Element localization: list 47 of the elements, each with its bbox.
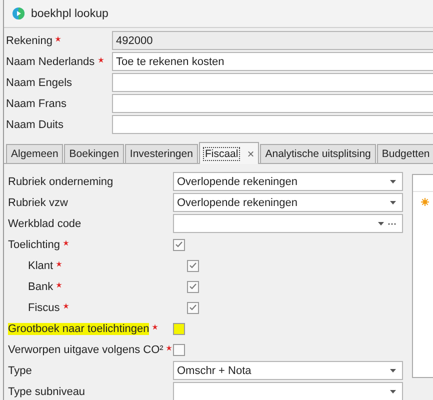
text-field[interactable]: [112, 115, 433, 134]
field-label: Klant: [28, 260, 54, 272]
checkbox[interactable]: [187, 280, 200, 292]
field-label: Naam Frans: [6, 98, 67, 110]
checkbox[interactable]: [173, 238, 185, 250]
text-field[interactable]: [112, 73, 433, 92]
caret-icon: [390, 368, 396, 372]
checkbox[interactable]: [187, 260, 200, 272]
field-label: Naam Duits: [6, 118, 64, 130]
field-label: Verworpen uitgave volgens CO²: [8, 344, 164, 356]
field-label: Bank: [28, 280, 54, 292]
asterisk-icon: [421, 198, 429, 206]
field-label: Rubriek vzw: [8, 196, 68, 208]
caret-icon: [390, 390, 396, 394]
tab[interactable]: Budgetten: [376, 144, 433, 163]
app-logo-icon: [12, 7, 25, 20]
tab[interactable]: Investeringen: [124, 144, 198, 163]
checkbox[interactable]: [173, 344, 185, 356]
field-label: Type subniveau: [8, 386, 86, 398]
close-tab-button[interactable]: ×: [247, 146, 254, 160]
checkbox[interactable]: [173, 322, 185, 334]
field-label: Type: [8, 364, 32, 376]
field-label: Naam Engels: [6, 76, 72, 88]
lookup-field[interactable]: [173, 214, 403, 233]
caret-icon: [378, 222, 384, 226]
field-label: Fiscus: [28, 302, 60, 314]
checkbox[interactable]: [187, 302, 200, 314]
dropdown-field[interactable]: Overlopende rekeningen: [173, 193, 403, 212]
tab[interactable]: Algemeen: [6, 144, 64, 163]
field-label: Werkblad code: [8, 218, 82, 230]
text-field[interactable]: Toe te rekenen kosten: [112, 52, 433, 71]
caret-icon: [390, 180, 396, 184]
tab[interactable]: Fiscaal ×: [198, 142, 260, 164]
text-field[interactable]: [112, 94, 433, 113]
tab[interactable]: Boekingen: [64, 144, 124, 163]
dropdown-field[interactable]: Omschr + Nota: [173, 361, 403, 380]
field-label: Rekening: [6, 34, 52, 46]
window-title: boekhpl lookup: [31, 8, 108, 20]
tab[interactable]: Analytische uitsplitsing: [260, 144, 376, 163]
dropdown-field[interactable]: [173, 382, 403, 400]
text-field[interactable]: 492000: [112, 31, 433, 50]
field-label: Rubriek onderneming: [8, 176, 114, 188]
field-label: Toelichting: [8, 238, 60, 250]
caret-icon: [390, 200, 396, 204]
field-label: Grootboek naar toelichtingen: [8, 322, 150, 334]
field-label: Naam Nederlands: [6, 56, 95, 68]
dropdown-field[interactable]: Overlopende rekeningen: [173, 172, 403, 191]
